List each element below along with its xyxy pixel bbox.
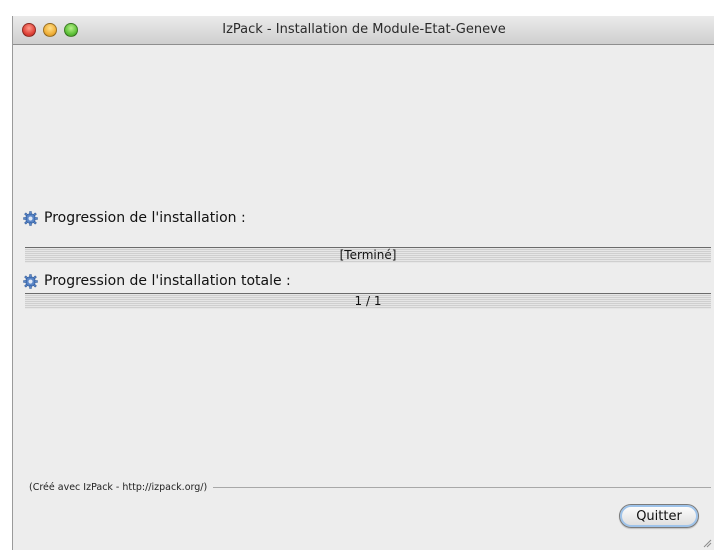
gear-icon <box>23 273 38 289</box>
install-progress-label: Progression de l'installation : <box>44 210 246 226</box>
gear-icon <box>23 210 38 226</box>
resize-grip-icon[interactable] <box>702 538 712 548</box>
install-progress-text: [Terminé] <box>339 248 397 262</box>
overall-progress-text: 1 / 1 <box>354 294 382 308</box>
install-progress-label-row: Progression de l'installation : <box>23 209 246 227</box>
installer-window: IzPack - Installation de Module-Etat-Gen… <box>12 16 714 550</box>
credit-divider <box>213 486 711 488</box>
overall-progress-label: Progression de l'installation totale : <box>44 273 291 289</box>
credit-line: (Créé avec IzPack - http://izpack.org/) <box>29 480 711 494</box>
install-progress-bar: [Terminé] <box>25 247 711 263</box>
quit-button[interactable]: Quitter <box>619 504 699 528</box>
overall-progress-bar: 1 / 1 <box>25 293 711 309</box>
overall-progress-label-row: Progression de l'installation totale : <box>23 272 291 290</box>
izpack-credit: (Créé avec IzPack - http://izpack.org/) <box>29 481 208 493</box>
title-bar[interactable]: IzPack - Installation de Module-Etat-Gen… <box>13 16 714 45</box>
window-title: IzPack - Installation de Module-Etat-Gen… <box>222 22 506 37</box>
